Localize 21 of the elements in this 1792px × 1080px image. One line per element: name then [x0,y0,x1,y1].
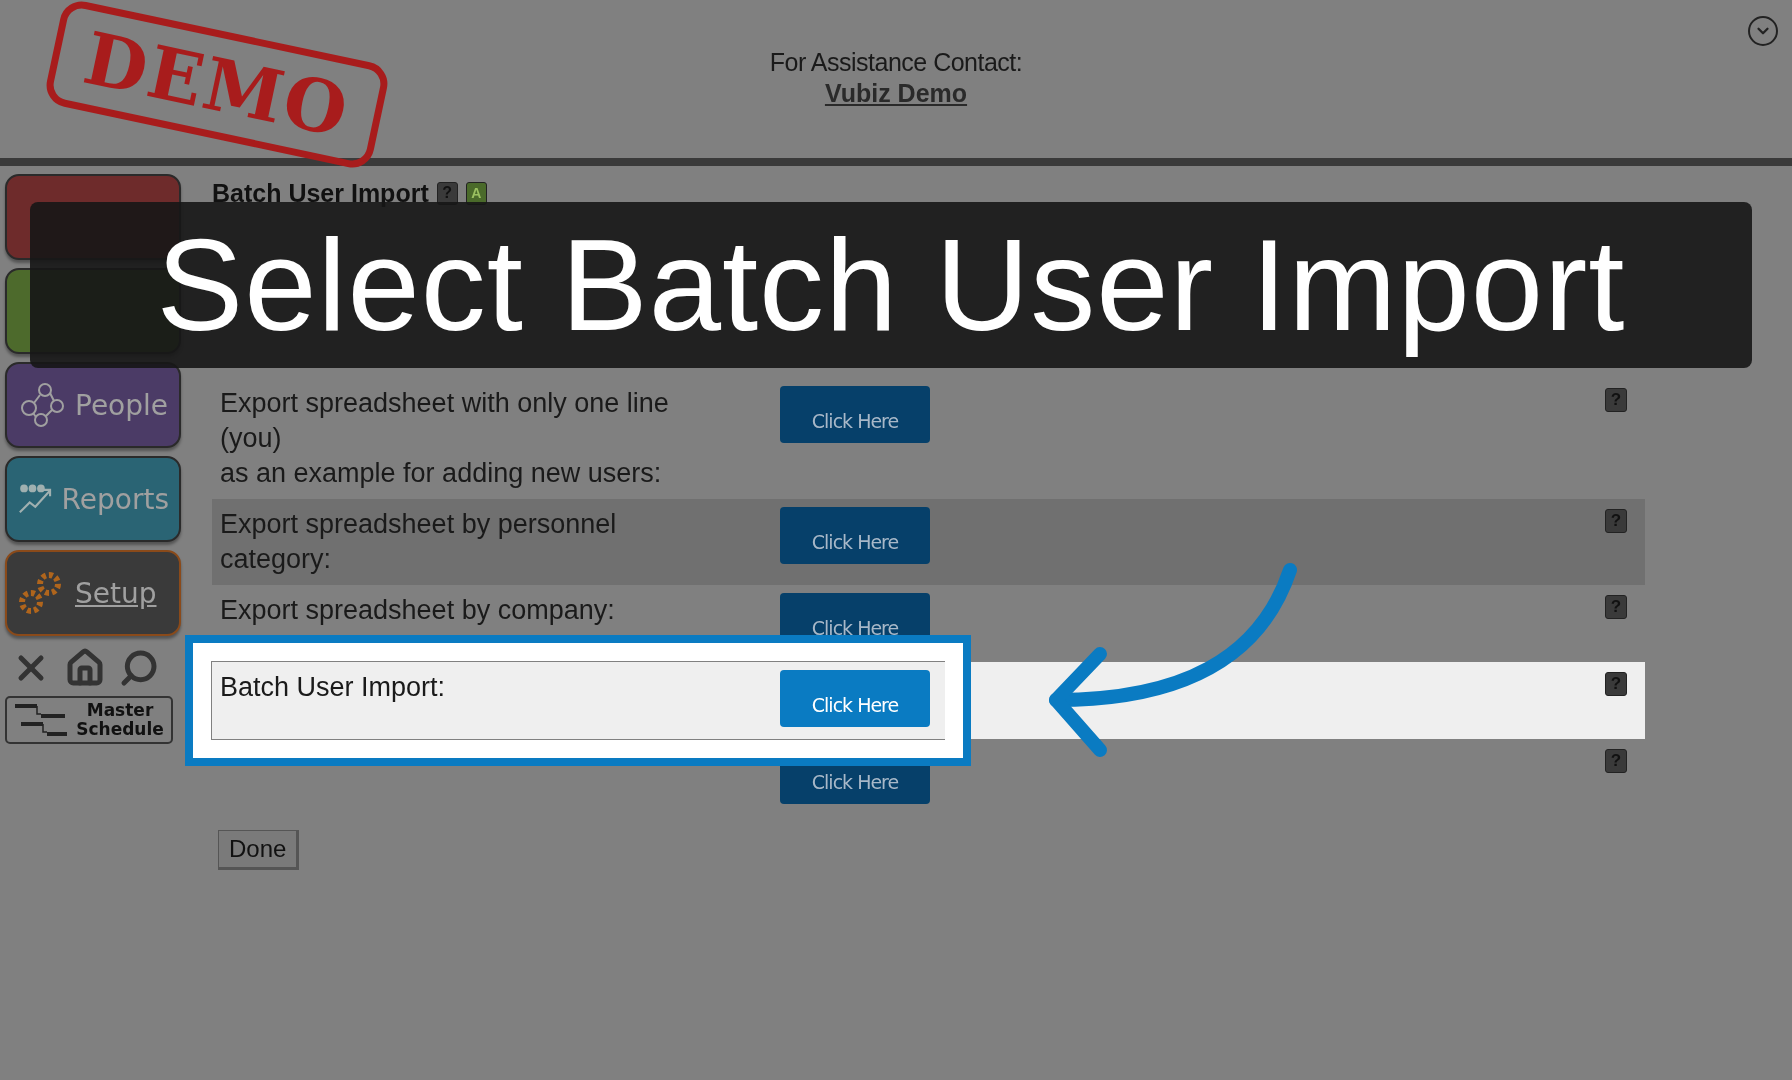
click-here-button[interactable]: Click Here [780,670,930,727]
nav-button[interactable]: People [5,362,181,448]
contact-label: For Assistance Contact: [769,48,1023,77]
caption-text: Select Batch User Import [156,211,1626,360]
row-label: Batch User Import: [220,671,447,704]
chevron-down-icon[interactable] [1748,16,1778,46]
page-title: Batch User Import [212,178,429,208]
click-here-button[interactable]: Click Here [780,507,930,564]
badge-icon[interactable]: A [465,181,487,205]
search-icon[interactable] [119,648,159,688]
row-label: Export spreadsheet by personnel category: [220,508,618,576]
contact-link[interactable]: Vubiz Demo [824,79,968,108]
master-schedule-button[interactable]: Master Schedule [5,696,173,744]
gantt-icon [13,702,69,738]
home-icon[interactable] [65,648,105,688]
row-label: Export spreadsheet with only one line (you) as an example for adding new users: [220,387,670,490]
nav-button[interactable]: Reports [5,456,181,542]
done-button[interactable]: Done [218,830,300,870]
nav-button[interactable]: Setup [5,550,181,636]
click-here-button[interactable]: Click Here [780,386,930,443]
row-label: Export spreadsheet by company: [220,594,616,627]
